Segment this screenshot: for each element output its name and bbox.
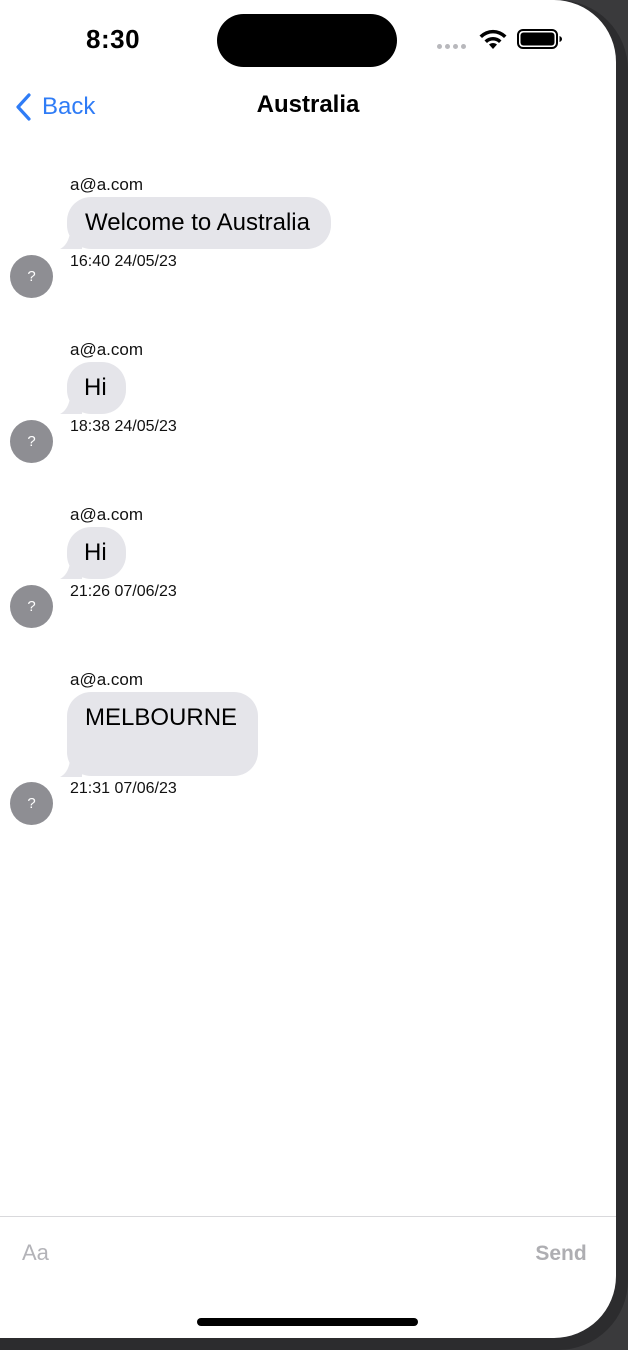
status-bar-time: 8:30	[86, 24, 141, 54]
message-sender: a@a.com	[70, 340, 144, 359]
message-text: Hi	[84, 539, 107, 566]
message-bubble[interactable]: Hi	[67, 362, 126, 414]
page-title: Australia	[256, 91, 360, 118]
avatar[interactable]: ?	[10, 782, 53, 825]
device-frame: 8:30 Back Australia a@a.com Welcome to A…	[0, 0, 628, 1350]
message-input[interactable]	[20, 1236, 494, 1270]
message-bubble[interactable]: Hi	[67, 527, 126, 579]
dynamic-island	[217, 14, 397, 67]
avatar-placeholder: ?	[27, 433, 36, 450]
message-timestamp: 16:40 24/05/23	[70, 253, 177, 270]
message-sender: a@a.com	[70, 175, 144, 194]
cellular-signal-icon	[437, 44, 466, 49]
send-button[interactable]: Send	[522, 1238, 600, 1270]
battery-icon	[517, 29, 562, 49]
message-text: Hi	[84, 374, 107, 401]
message-bubble[interactable]: MELBOURNE	[67, 692, 259, 776]
avatar-placeholder: ?	[27, 795, 36, 812]
message-sender: a@a.com	[70, 505, 144, 524]
avatar[interactable]: ?	[10, 585, 53, 628]
phone-screen: 8:30 Back Australia a@a.com Welcome to A…	[0, 0, 616, 1338]
message-text: Welcome to Australia	[85, 209, 310, 236]
avatar[interactable]: ?	[10, 420, 53, 463]
message-bubble[interactable]: Welcome to Australia	[67, 197, 331, 249]
home-indicator	[197, 1318, 418, 1326]
composer-divider	[0, 1216, 616, 1217]
avatar-placeholder: ?	[27, 598, 36, 615]
message-timestamp: 18:38 24/05/23	[70, 418, 177, 435]
message-text: MELBOURNE	[85, 704, 238, 731]
avatar-placeholder: ?	[27, 268, 36, 285]
message-timestamp: 21:31 07/06/23	[70, 780, 177, 797]
avatar[interactable]: ?	[10, 255, 53, 298]
message-sender: a@a.com	[70, 670, 144, 689]
message-timestamp: 21:26 07/06/23	[70, 583, 177, 600]
wifi-icon	[479, 29, 507, 49]
